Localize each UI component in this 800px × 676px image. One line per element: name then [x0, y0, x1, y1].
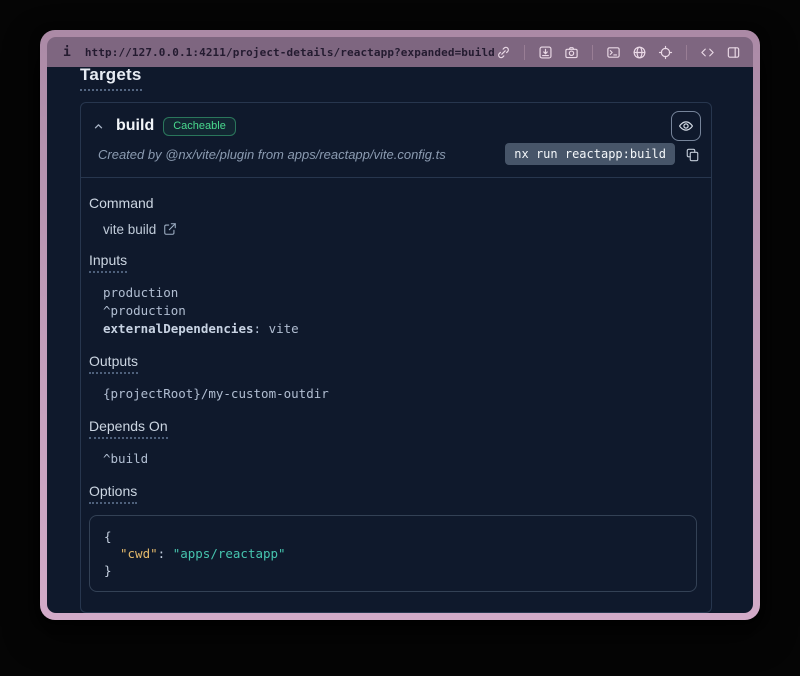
depends-on-item: ^build	[103, 450, 699, 468]
chevron-up-icon[interactable]	[89, 117, 107, 135]
cacheable-badge: Cacheable	[163, 117, 236, 136]
download-box-icon[interactable]	[537, 44, 554, 61]
browser-window: i http://127.0.0.1:4211/project-details/…	[40, 30, 760, 620]
json-string-value: "apps/reactapp"	[173, 546, 286, 561]
target-name: build	[116, 117, 154, 135]
info-icon: i	[63, 45, 71, 60]
depends-on-section: Depends On ^build	[89, 418, 699, 468]
input-item: production	[103, 284, 699, 302]
options-section: Options { "cwd": "apps/reactapp" }	[89, 483, 699, 592]
input-named-separator: :	[254, 321, 269, 336]
terminal-icon[interactable]	[605, 44, 622, 61]
json-property: "cwd": "apps/reactapp"	[104, 545, 682, 562]
input-item: ^production	[103, 302, 699, 320]
url-bar[interactable]: http://127.0.0.1:4211/project-details/re…	[85, 46, 495, 59]
input-named-key: externalDependencies	[103, 321, 254, 336]
topbar-separator	[686, 45, 687, 60]
inputs-section: Inputs production ^production externalDe…	[89, 252, 699, 338]
split-panel-icon[interactable]	[725, 44, 742, 61]
command-value: vite build	[103, 222, 156, 237]
camera-icon[interactable]	[563, 44, 580, 61]
outputs-section: Outputs {projectRoot}/my-custom-outdir	[89, 353, 699, 403]
depends-on-label[interactable]: Depends On	[89, 418, 168, 439]
crosshair-icon[interactable]	[657, 44, 674, 61]
outputs-label[interactable]: Outputs	[89, 353, 138, 374]
project-details-page: Targets build Cacheable	[47, 67, 753, 613]
json-separator: :	[158, 546, 173, 561]
run-command-chip: nx run reactapp:build	[505, 143, 675, 165]
json-key: "cwd"	[120, 546, 158, 561]
options-code-block: { "cwd": "apps/reactapp" }	[89, 515, 697, 592]
command-label: Command	[89, 195, 154, 211]
input-item-named: externalDependencies: vite	[103, 320, 699, 338]
inputs-label[interactable]: Inputs	[89, 252, 127, 273]
link-icon[interactable]	[495, 44, 512, 61]
code-brackets-icon[interactable]	[699, 44, 716, 61]
page-title: Targets	[80, 67, 142, 91]
topbar-separator	[592, 45, 593, 60]
input-named-value: vite	[269, 321, 299, 336]
topbar-actions	[495, 44, 742, 61]
topbar-separator	[524, 45, 525, 60]
output-item: {projectRoot}/my-custom-outdir	[103, 385, 699, 403]
browser-topbar: i http://127.0.0.1:4211/project-details/…	[47, 37, 753, 67]
build-card-header: build Cacheable Created by @nx/vite/plug…	[81, 103, 711, 178]
eye-icon[interactable]	[671, 111, 701, 141]
desktop-background: i http://127.0.0.1:4211/project-details/…	[0, 0, 800, 676]
options-label[interactable]: Options	[89, 483, 137, 504]
globe-icon[interactable]	[631, 44, 648, 61]
target-card-build: build Cacheable Created by @nx/vite/plug…	[80, 102, 712, 613]
external-link-icon[interactable]	[163, 222, 178, 237]
build-card-body: Command vite build Inputs production	[81, 178, 711, 612]
command-section: Command vite build	[89, 195, 699, 237]
json-open-brace: {	[104, 528, 682, 545]
json-close-brace: }	[104, 562, 682, 579]
copy-icon[interactable]	[683, 145, 701, 163]
created-by-text: Created by @nx/vite/plugin from apps/rea…	[98, 147, 446, 162]
